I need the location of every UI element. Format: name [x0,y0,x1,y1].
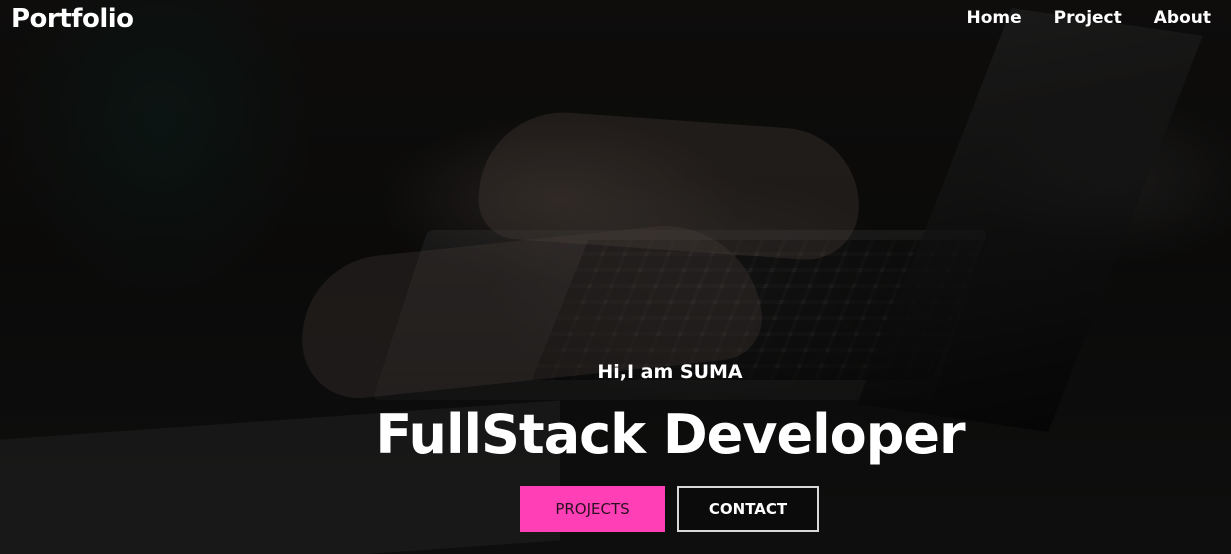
main-nav: Home Project About [967,6,1211,30]
hero-greeting: Hi,I am SUMA [597,361,743,383]
nav-link-project[interactable]: Project [1054,6,1122,30]
hero-dark-overlay [0,0,1231,554]
nav-link-home[interactable]: Home [967,6,1022,30]
hero-section: Portfolio Home Project About Hi,I am SUM… [0,0,1231,554]
projects-button[interactable]: PROJECTS [520,486,665,532]
hero-title: FullStack Developer [375,403,965,466]
contact-button[interactable]: CONTACT [677,486,819,532]
nav-link-about[interactable]: About [1154,6,1211,30]
site-logo[interactable]: Portfolio [11,2,134,36]
